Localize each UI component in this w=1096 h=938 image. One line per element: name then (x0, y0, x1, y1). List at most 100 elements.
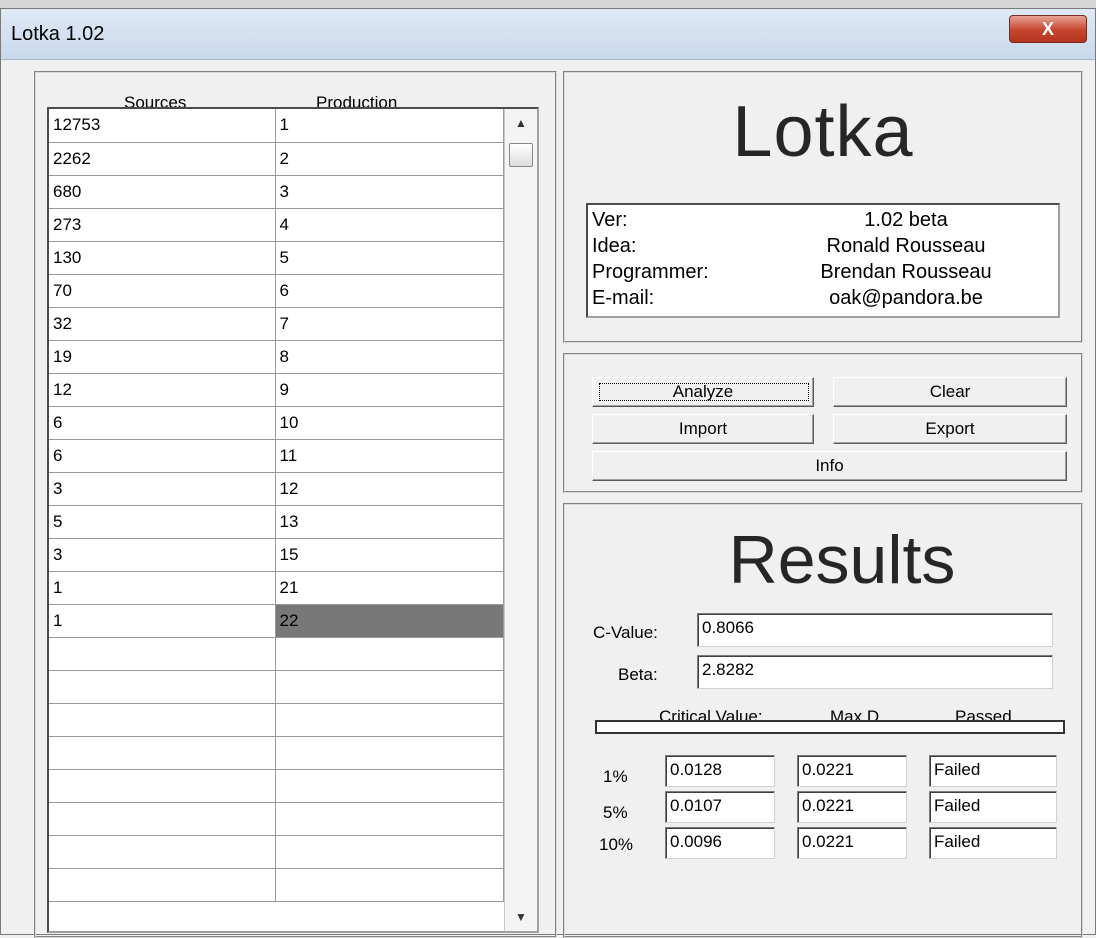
export-button[interactable]: Export (833, 414, 1067, 444)
production-cell[interactable]: 12 (275, 472, 504, 506)
vertical-scrollbar[interactable]: ▲ ▼ (504, 109, 537, 931)
production-cell[interactable]: 22 (275, 604, 504, 638)
table-row[interactable]: 32 7 (49, 307, 504, 341)
sources-cell[interactable]: 273 (49, 208, 276, 242)
window-title: Lotka 1.02 (11, 23, 105, 45)
sources-cell[interactable]: 6 (49, 406, 276, 440)
production-cell[interactable]: 8 (275, 340, 504, 374)
production-cell[interactable] (275, 736, 504, 770)
table-row[interactable]: 273 4 (49, 208, 504, 242)
scroll-thumb[interactable] (509, 143, 533, 167)
table-row[interactable] (49, 670, 504, 704)
production-cell[interactable] (275, 670, 504, 704)
sources-cell[interactable] (49, 769, 276, 803)
maxd-5-field[interactable]: 0.0221 (797, 791, 907, 823)
production-cell[interactable]: 3 (275, 175, 504, 209)
table-row[interactable]: 3 12 (49, 472, 504, 506)
sources-cell[interactable]: 70 (49, 274, 276, 308)
table-row[interactable]: 70 6 (49, 274, 504, 308)
production-cell[interactable]: 9 (275, 373, 504, 407)
programmer-label: Programmer: (592, 261, 709, 283)
maxd-10-field[interactable]: 0.0221 (797, 827, 907, 859)
info-button[interactable]: Info (592, 451, 1067, 481)
data-grid[interactable]: 12753 1 2262 2 680 3 273 4 130 5 70 6 32 7 19 8 12 9 6 10 6 1… (47, 107, 539, 933)
production-cell[interactable]: 7 (275, 307, 504, 341)
production-cell[interactable]: 4 (275, 208, 504, 242)
table-row[interactable]: 130 5 (49, 241, 504, 275)
passed-1-field[interactable]: Failed (929, 755, 1057, 787)
table-row[interactable]: 2262 2 (49, 142, 504, 176)
analyze-button[interactable]: Analyze (592, 377, 814, 407)
production-cell[interactable]: 5 (275, 241, 504, 275)
production-cell[interactable]: 10 (275, 406, 504, 440)
production-cell[interactable]: 21 (275, 571, 504, 605)
table-row[interactable] (49, 637, 504, 671)
production-cell[interactable]: 6 (275, 274, 504, 308)
production-cell[interactable]: 15 (275, 538, 504, 572)
beta-field[interactable]: 2.8282 (697, 655, 1053, 689)
sources-cell[interactable]: 19 (49, 340, 276, 374)
clear-button-label: Clear (929, 382, 971, 401)
sources-cell[interactable] (49, 703, 276, 737)
import-button[interactable]: Import (592, 414, 814, 444)
table-row[interactable]: 6 11 (49, 439, 504, 473)
sources-cell[interactable]: 5 (49, 505, 276, 539)
sources-cell[interactable] (49, 637, 276, 671)
c-value-field[interactable]: 0.8066 (697, 613, 1053, 647)
clear-button[interactable]: Clear (833, 377, 1067, 407)
production-cell[interactable]: 13 (275, 505, 504, 539)
sources-cell[interactable]: 130 (49, 241, 276, 275)
production-cell[interactable] (275, 703, 504, 737)
production-cell[interactable] (275, 835, 504, 869)
table-row[interactable] (49, 835, 504, 869)
table-row[interactable] (49, 736, 504, 770)
close-button[interactable]: X (1009, 15, 1087, 43)
production-cell[interactable] (275, 868, 504, 902)
table-row[interactable]: 19 8 (49, 340, 504, 374)
sources-cell[interactable] (49, 802, 276, 836)
sources-cell[interactable]: 1 (49, 571, 276, 605)
critical-10-field[interactable]: 0.0096 (665, 827, 775, 859)
table-row[interactable]: 12753 1 (49, 109, 504, 143)
table-row[interactable] (49, 868, 504, 902)
passed-5-field[interactable]: Failed (929, 791, 1057, 823)
sources-cell[interactable]: 3 (49, 472, 276, 506)
sources-cell[interactable]: 1 (49, 604, 276, 638)
table-row[interactable]: 1 22 (49, 604, 504, 638)
scroll-up-arrow-icon[interactable]: ▲ (505, 111, 537, 135)
sources-cell[interactable]: 32 (49, 307, 276, 341)
sources-cell[interactable]: 3 (49, 538, 276, 572)
critical-5-field[interactable]: 0.0107 (665, 791, 775, 823)
email-label: E-mail: (592, 287, 655, 309)
sources-cell[interactable]: 6 (49, 439, 276, 473)
scroll-down-arrow-icon[interactable]: ▼ (505, 905, 537, 929)
table-row[interactable]: 5 13 (49, 505, 504, 539)
table-row[interactable]: 3 15 (49, 538, 504, 572)
maxd-1-field[interactable]: 0.0221 (797, 755, 907, 787)
production-cell[interactable] (275, 637, 504, 671)
production-cell[interactable]: 11 (275, 439, 504, 473)
production-cell[interactable] (275, 769, 504, 803)
sources-cell[interactable]: 2262 (49, 142, 276, 176)
table-row[interactable]: 680 3 (49, 175, 504, 209)
passed-10-field[interactable]: Failed (929, 827, 1057, 859)
production-cell[interactable] (275, 802, 504, 836)
sources-cell[interactable] (49, 868, 276, 902)
info-button-label: Info (815, 456, 844, 475)
table-row[interactable] (49, 703, 504, 737)
sources-cell[interactable]: 12 (49, 373, 276, 407)
sources-cell[interactable] (49, 736, 276, 770)
sources-cell[interactable]: 680 (49, 175, 276, 209)
production-cell[interactable]: 1 (275, 109, 504, 143)
sources-cell[interactable] (49, 835, 276, 869)
table-row[interactable]: 1 21 (49, 571, 504, 605)
table-row[interactable] (49, 802, 504, 836)
title-bar[interactable]: Lotka 1.02 X (1, 9, 1095, 60)
table-row[interactable]: 6 10 (49, 406, 504, 440)
sources-cell[interactable]: 12753 (49, 109, 276, 143)
production-cell[interactable]: 2 (275, 142, 504, 176)
table-row[interactable] (49, 769, 504, 803)
sources-cell[interactable] (49, 670, 276, 704)
table-row[interactable]: 12 9 (49, 373, 504, 407)
critical-1-field[interactable]: 0.0128 (665, 755, 775, 787)
